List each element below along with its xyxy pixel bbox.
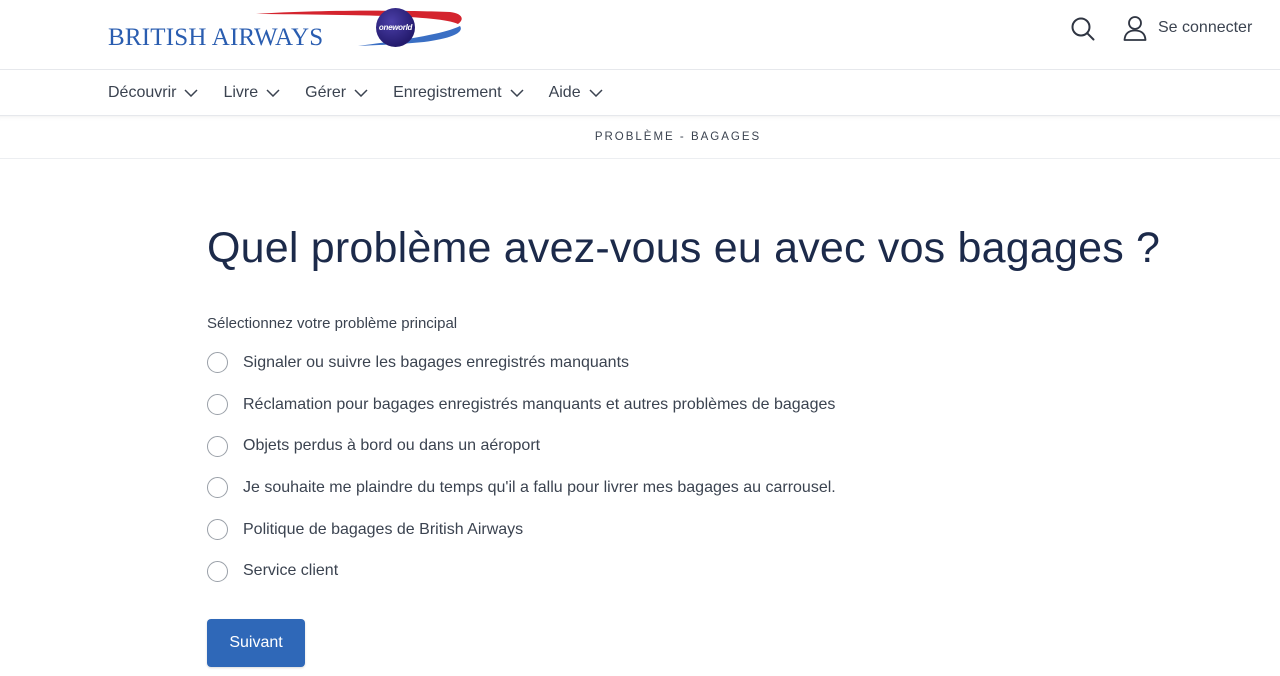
nav-item-label: Livre (223, 83, 259, 101)
option-label: Je souhaite me plaindre du temps qu'il a… (243, 478, 836, 496)
nav-item-label: Enregistrement (393, 83, 502, 101)
nav-item-gerer[interactable]: Gérer (305, 84, 368, 102)
nav-item-aide[interactable]: Aide (549, 84, 603, 102)
radio-button[interactable] (207, 519, 228, 541)
question-label: Sélectionnez votre problème principal (207, 315, 458, 332)
login-link[interactable]: Se connecter (1123, 15, 1252, 41)
radio-button[interactable] (207, 560, 228, 582)
chevron-down-icon (589, 88, 603, 97)
nav-item-label: Gérer (305, 83, 347, 101)
option-carousel-delay-complaint[interactable]: Je souhaite me plaindre du temps qu'il a… (207, 467, 1207, 509)
option-customer-service[interactable]: Service client (207, 550, 1207, 592)
breadcrumb: PROBLÈME - BAGAGES (594, 131, 762, 143)
option-label: Politique de bagages de British Airways (243, 520, 524, 538)
british-airways-logo[interactable]: BRITISH AIRWAYS (108, 8, 462, 52)
top-bar: BRITISH AIRWAYS oneworld Se connecter (0, 0, 1280, 70)
next-button[interactable]: Suivant (207, 619, 305, 667)
option-label: Réclamation pour bagages enregistrés man… (243, 395, 836, 413)
login-label: Se connecter (1158, 19, 1253, 36)
nav-item-livre[interactable]: Livre (223, 84, 280, 102)
chevron-down-icon (510, 88, 524, 97)
oneworld-wordmark: oneworld (378, 23, 413, 32)
radio-button[interactable] (207, 394, 228, 416)
nav-item-label: Découvrir (108, 83, 177, 101)
nav-item-decouvrir[interactable]: Découvrir (108, 84, 198, 102)
chevron-down-icon (184, 88, 198, 97)
option-report-track-missing-bags[interactable]: Signaler ou suivre les bagages enregistr… (207, 342, 1207, 384)
chevron-down-icon (354, 88, 368, 97)
nav-item-enregistrement[interactable]: Enregistrement (393, 84, 524, 102)
brand-wordmark: BRITISH AIRWAYS (108, 24, 324, 51)
page-title: Quel problème avez-vous eu avec vos baga… (207, 224, 1161, 272)
option-baggage-policy[interactable]: Politique de bagages de British Airways (207, 509, 1207, 551)
search-icon (1071, 17, 1095, 41)
radio-button[interactable] (207, 435, 228, 457)
main-navigation: Découvrir Livre Gérer Enregistrement Aid… (0, 70, 1280, 116)
chevron-down-icon (266, 88, 280, 97)
option-claim-missing-bags[interactable]: Réclamation pour bagages enregistrés man… (207, 384, 1207, 426)
option-label: Objets perdus à bord ou dans un aéroport (243, 437, 541, 455)
main-content: Quel problème avez-vous eu avec vos baga… (207, 222, 1207, 592)
breadcrumb-bar: PROBLÈME - BAGAGES (0, 116, 1280, 159)
user-icon (1123, 16, 1147, 41)
radio-button[interactable] (207, 477, 228, 499)
problem-options: Signaler ou suivre les bagages enregistr… (207, 342, 1207, 592)
oneworld-logo[interactable]: oneworld (376, 8, 415, 47)
option-lost-items[interactable]: Objets perdus à bord ou dans un aéroport (207, 425, 1207, 467)
option-label: Signaler ou suivre les bagages enregistr… (243, 353, 630, 371)
nav-item-label: Aide (548, 83, 581, 101)
radio-button[interactable] (207, 352, 228, 374)
search-button[interactable] (1070, 16, 1096, 42)
option-label: Service client (243, 562, 339, 580)
